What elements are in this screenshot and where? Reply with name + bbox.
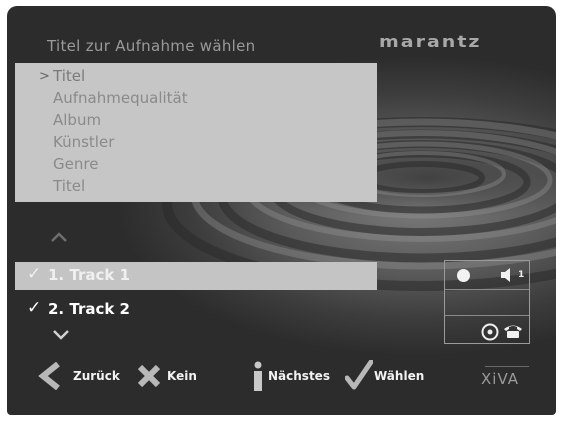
check-icon: ✓ (27, 298, 42, 318)
page-title: Titel zur Aufnahme wählen (47, 37, 256, 55)
none-button-label: Kein (167, 369, 197, 383)
phone-icon (504, 325, 522, 338)
back-button-label: Zurück (73, 369, 120, 383)
back-button[interactable]: Zurück (37, 358, 127, 396)
button-bar: Zurück Kein Nächstes Wählen (7, 358, 556, 396)
speaker-number: 1 (518, 270, 525, 280)
track-label: 2. Track 2 (48, 300, 130, 318)
xiva-logo: XiVA (481, 370, 520, 388)
menu-cursor: > (39, 69, 50, 84)
speaker-icon (501, 268, 510, 282)
track-row-2[interactable]: ✓ 2. Track 2 (15, 296, 377, 324)
scroll-down-icon[interactable] (53, 330, 69, 340)
cross-icon (137, 364, 161, 388)
none-button[interactable]: Kein (137, 358, 217, 396)
track-row-1[interactable]: ✓ 1. Track 1 (15, 262, 377, 290)
menu-item-aufnahmequalitaet[interactable]: Aufnahmequalität (53, 89, 188, 108)
check-icon: ✓ (27, 264, 42, 284)
select-button-label: Wählen (374, 369, 425, 383)
scroll-up-icon[interactable] (51, 232, 67, 242)
back-arrow-icon (38, 362, 60, 390)
brand-logo: marantz (379, 33, 482, 52)
record-dot-icon (457, 269, 470, 282)
next-button-label: Nächstes (268, 369, 330, 383)
next-button[interactable]: Nächstes (251, 358, 343, 396)
info-icon (254, 361, 262, 391)
menu-item-titel[interactable]: Titel (53, 67, 85, 86)
status-panel: 1 (444, 260, 530, 344)
screen: Titel zur Aufnahme wählen marantz > Tite… (7, 6, 556, 415)
select-button[interactable]: Wählen (345, 358, 437, 396)
logo-rule (485, 366, 529, 367)
menu-item-kuenstler[interactable]: Künstler (53, 133, 114, 152)
menu-item-titel-2[interactable]: Titel (53, 177, 85, 196)
menu-item-genre[interactable]: Genre (53, 155, 98, 174)
status-row-record: 1 (445, 261, 529, 290)
disc-icon (481, 323, 499, 341)
menu-item-album[interactable]: Album (53, 111, 101, 130)
status-row-empty (445, 289, 529, 316)
check-icon (345, 360, 373, 390)
column-select-menu: > Titel Aufnahmequalität Album Künstler … (15, 63, 377, 202)
track-label: 1. Track 1 (48, 266, 130, 284)
